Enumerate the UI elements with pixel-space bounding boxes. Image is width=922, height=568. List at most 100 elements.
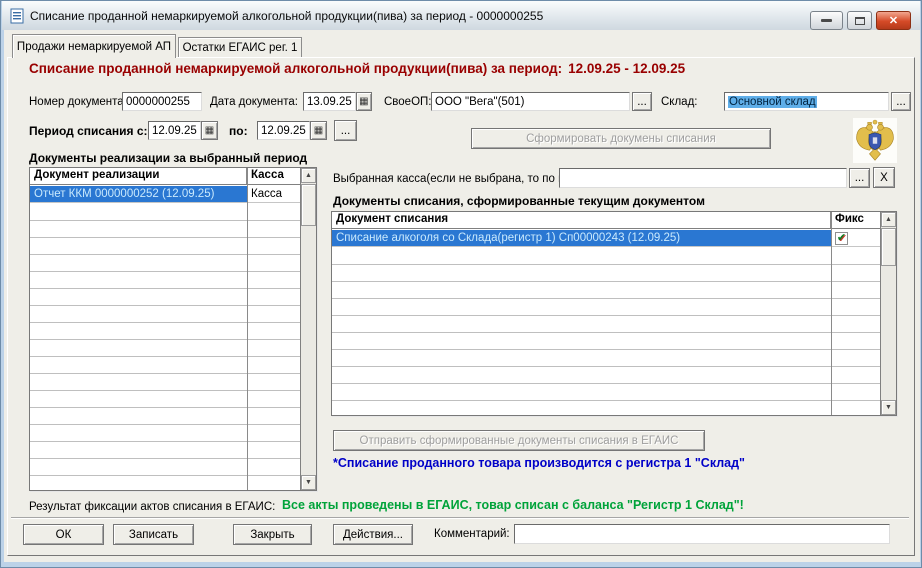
warehouse-label: Склад: (661, 96, 697, 108)
ellipsis-icon: ... (896, 96, 906, 108)
doc-number-field[interactable]: 0000000255 (122, 92, 202, 111)
warehouse-picker-button[interactable]: ... (891, 92, 911, 111)
period-to-group: 12.09.25 ▦ (257, 121, 327, 140)
window-title: Списание проданной немаркируемой алкогол… (30, 9, 543, 23)
calendar-icon: ▦ (205, 126, 214, 136)
period-from-field[interactable]: 12.09.25 (148, 121, 201, 140)
down-arrow-icon: ▼ (885, 404, 892, 411)
close-form-label: Закрыть (250, 529, 294, 541)
doc-date-value: 13.09.25 (307, 96, 352, 108)
doc-date-label: Дата документа: (210, 96, 298, 108)
sales-kassa-cell: Касса (247, 186, 301, 203)
app-window: Списание проданной немаркируемой алкогол… (0, 0, 922, 568)
double-eagle-icon (854, 119, 896, 163)
register-note: *Списание проданного товара производится… (333, 456, 745, 470)
calendar-icon: ▦ (359, 97, 368, 107)
own-op-label: СвоеОП: (384, 96, 431, 108)
period-from-calendar-button[interactable]: ▦ (201, 121, 218, 140)
page-title-period: 12.09.25 - 12.09.25 (568, 61, 685, 76)
bottom-divider (11, 517, 909, 519)
selected-kassa-label: Выбранная касса(если не выбрана, то по в… (333, 173, 594, 185)
up-arrow-icon: ▲ (305, 172, 312, 179)
period-from-value: 12.09.25 (152, 125, 197, 137)
comment-label: Комментарий: (434, 528, 510, 540)
page-title-text: Списание проданной немаркируемой алкогол… (29, 61, 562, 76)
scroll-up-button[interactable]: ▲ (881, 212, 896, 227)
doc-date-field-group: 13.09.25 ▦ (303, 92, 372, 111)
vertical-scrollbar[interactable]: ▲ ▼ (880, 212, 896, 415)
actions-button[interactable]: Действия... (333, 524, 413, 545)
document-icon (10, 8, 24, 24)
page-title: Списание проданной немаркируемой алкогол… (29, 61, 685, 76)
selected-kassa-clear-button[interactable]: X (873, 167, 895, 188)
ellipsis-icon: ... (341, 125, 351, 137)
send-egais-button[interactable]: Отправить сформированные документы списа… (333, 430, 705, 451)
calendar-icon: ▦ (314, 126, 323, 136)
tab-sales-unmarked[interactable]: Продажи немаркируемой АП (12, 34, 176, 58)
own-op-picker-button[interactable]: ... (632, 92, 652, 111)
own-op-value: ООО "Вега"(501) (435, 96, 524, 108)
period-to-field[interactable]: 12.09.25 (257, 121, 310, 140)
save-label: Записать (129, 529, 178, 541)
warehouse-value: Основной склад (728, 96, 817, 108)
down-arrow-icon: ▼ (305, 479, 312, 486)
sales-table: Документ реализации Касса Отчет ККМ 0000… (29, 167, 317, 491)
writeoff-table: Документ списания Фикс Списание алкоголя… (331, 211, 897, 416)
scroll-up-button[interactable]: ▲ (301, 168, 316, 183)
period-from-group: 12.09.25 ▦ (148, 121, 218, 140)
minimize-icon (821, 19, 832, 22)
close-form-button[interactable]: Закрыть (233, 524, 312, 545)
sales-table-caption: Документы реализации за выбранный период (29, 151, 307, 165)
rosalko-emblem (853, 118, 897, 163)
period-picker-button[interactable]: ... (334, 120, 357, 141)
scroll-thumb[interactable] (301, 184, 316, 226)
period-from-label: Период списания с: (29, 124, 148, 138)
warehouse-field[interactable]: Основной склад (724, 92, 889, 111)
sales-table-header: Документ реализации Касса (30, 168, 300, 185)
doc-number-label: Номер документа: (29, 96, 127, 108)
close-icon: ✕ (889, 14, 898, 27)
tab-egais-balance[interactable]: Остатки ЕГАИС рег. 1 (178, 37, 302, 58)
generate-writeoff-docs-label: Сформировать докумены списания (526, 133, 716, 145)
own-op-field[interactable]: ООО "Вега"(501) (431, 92, 630, 111)
scroll-thumb[interactable] (881, 228, 896, 266)
doc-number-value: 0000000255 (126, 96, 190, 108)
table-row[interactable]: Отчет ККМ 0000000252 (12.09.25) Касса (30, 186, 301, 203)
actions-label: Действия... (343, 529, 403, 541)
ellipsis-icon: ... (855, 172, 865, 184)
table-row[interactable]: Списание алкоголя со Склада(регистр 1) С… (332, 230, 880, 247)
writeoff-table-header: Документ списания Фикс (332, 212, 880, 229)
vertical-scrollbar[interactable]: ▲ ▼ (300, 168, 316, 490)
scroll-down-button[interactable]: ▼ (881, 400, 896, 415)
ellipsis-icon: ... (637, 96, 647, 108)
column-divider (247, 168, 248, 490)
column-header: Касса (247, 168, 300, 184)
selected-kassa-picker-button[interactable]: ... (849, 168, 870, 188)
title-bar: Списание проданной немаркируемой алкогол… (2, 1, 920, 30)
comment-field[interactable] (514, 524, 890, 544)
scroll-down-button[interactable]: ▼ (301, 475, 316, 490)
ok-label: ОК (56, 529, 72, 541)
writeoff-table-caption: Документы списания, сформированные текущ… (333, 194, 705, 208)
maximize-icon (855, 17, 865, 25)
minimize-button[interactable] (810, 11, 843, 30)
result-value: Все акты проведены в ЕГАИС, товар списан… (282, 498, 744, 512)
period-to-label: по: (229, 124, 248, 138)
maximize-button[interactable] (847, 11, 872, 30)
save-button[interactable]: Записать (113, 524, 194, 545)
column-header: Документ реализации (30, 168, 247, 184)
generate-writeoff-docs-button[interactable]: Сформировать докумены списания (471, 128, 771, 149)
doc-date-field[interactable]: 13.09.25 (303, 92, 356, 111)
tab-label: Продажи немаркируемой АП (17, 41, 171, 53)
doc-date-calendar-button[interactable]: ▦ (356, 92, 372, 111)
empty-rows (332, 248, 880, 414)
result-label: Результат фиксации актов списания в ЕГАИ… (29, 501, 275, 513)
period-to-calendar-button[interactable]: ▦ (310, 121, 327, 140)
selected-kassa-field[interactable] (559, 168, 847, 188)
sales-doc-cell: Отчет ККМ 0000000252 (12.09.25) (30, 186, 247, 203)
close-button[interactable]: ✕ (876, 11, 911, 30)
empty-rows (30, 204, 301, 489)
ok-button[interactable]: ОК (23, 524, 104, 545)
column-divider (831, 212, 832, 415)
fixed-checkbox[interactable]: ✔ (835, 232, 848, 245)
